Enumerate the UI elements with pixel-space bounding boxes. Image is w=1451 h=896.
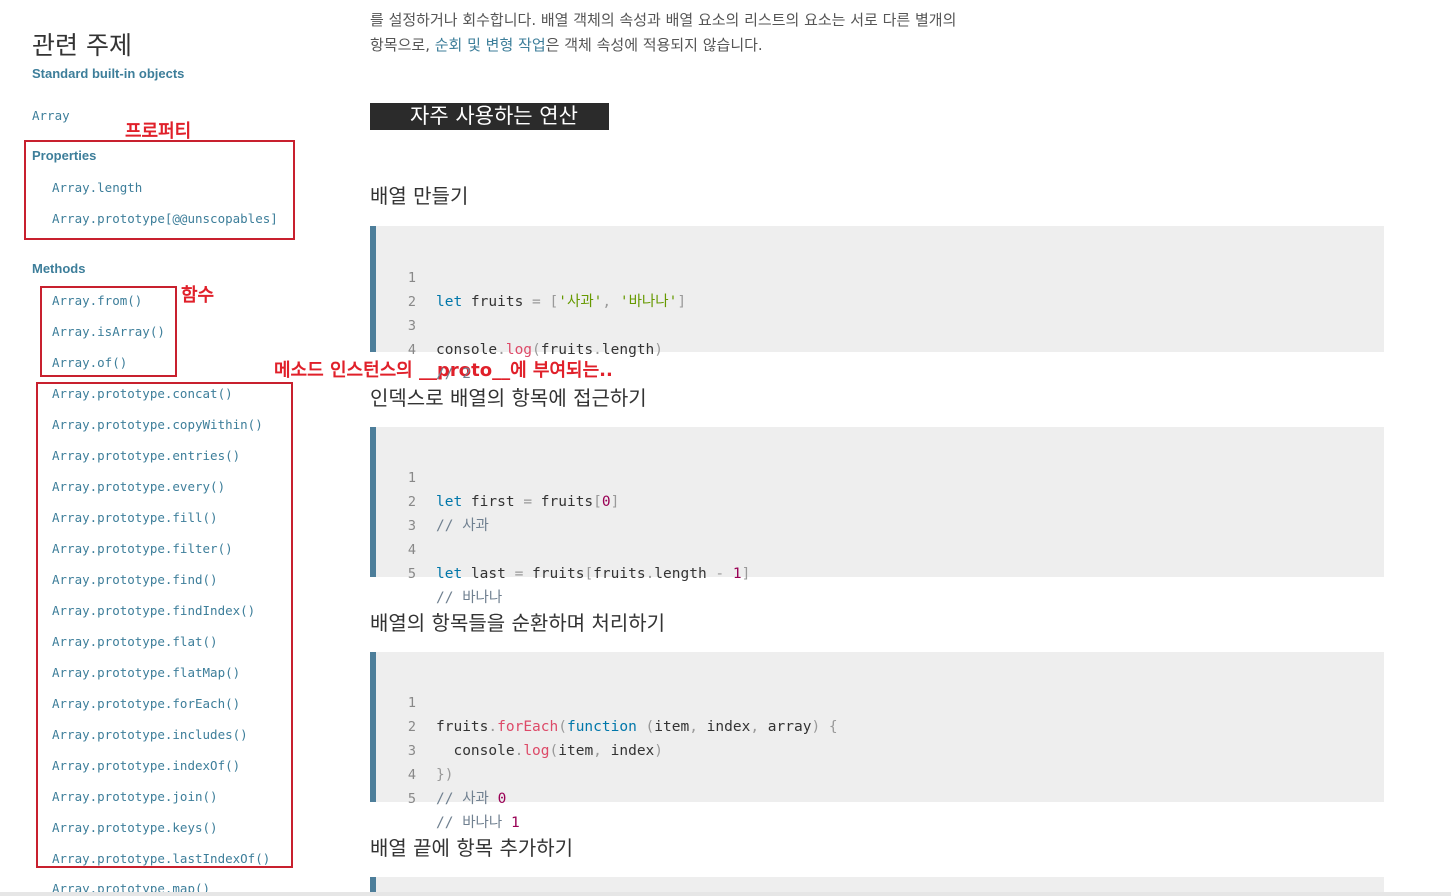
- line-number: 5: [407, 566, 416, 582]
- horizontal-scrollbar[interactable]: [0, 892, 1451, 896]
- code-line: 1 let fruits = ['사과', '바나나']: [376, 242, 686, 310]
- intro-line-1: 를 설정하거나 회수합니다. 배열 객체의 속성과 배열 요소의 리스트의 요소…: [370, 11, 957, 29]
- code-line: 5 // 바나나 1: [376, 763, 520, 831]
- code-line: 1 fruits.forEach(function (item, index, …: [376, 667, 838, 735]
- code-line: 3 console.log(fruits.length): [376, 290, 663, 358]
- line-number: 5: [407, 791, 416, 807]
- code-comment: // 사과: [436, 518, 489, 534]
- code-line: 2 // 사과: [376, 466, 489, 534]
- intro-text: 항목으로,: [370, 36, 435, 54]
- code-line: 1 let first = fruits[0]: [376, 442, 620, 510]
- properties-annotation-box: [24, 140, 295, 240]
- standard-built-in-objects-link[interactable]: Standard built-in objects: [32, 66, 184, 81]
- code-block-create: 1 let fruits = ['사과', '바나나'] 2 3 console…: [370, 226, 1384, 382]
- code-block-loop: 1 fruits.forEach(function (item, index, …: [370, 652, 1384, 831]
- array-link[interactable]: Array: [32, 108, 70, 123]
- properties-annotation: 프로퍼티: [125, 121, 192, 142]
- intro-line-2: 항목으로, 순회 및 변형 작업은 객체 속성에 적용되지 않습니다.: [370, 33, 1070, 58]
- code-text: console.log(fruits.length): [436, 342, 664, 358]
- section-title: 자주 사용하는 연산: [370, 103, 609, 130]
- code-line: 3: [376, 490, 416, 534]
- heading-push-array: 배열 끝에 항목 추가하기: [370, 836, 574, 860]
- code-line: 4 let last = fruits[fruits.length - 1]: [376, 514, 750, 582]
- code-line: 5 // 바나나: [376, 538, 502, 606]
- methods-heading[interactable]: Methods: [32, 261, 85, 276]
- code-line: 2 console.log(item, index): [376, 691, 663, 759]
- code-comment: // 사과 0: [436, 791, 507, 807]
- code-line: 4 // 사과 0: [376, 739, 506, 807]
- code-line: 3 }): [376, 715, 454, 783]
- code-text: console.log(item, index): [436, 743, 664, 759]
- code-text: fruits.forEach(function (item, index, ar…: [436, 719, 838, 735]
- intro-text: 은 객체 속성에 적용되지 않습니다.: [545, 36, 763, 54]
- functions-annotation-box: [40, 286, 177, 377]
- heading-create-array: 배열 만들기: [370, 184, 469, 208]
- traversal-link[interactable]: 순회 및 변형 작업: [435, 36, 546, 54]
- methods-annotation-box: [36, 382, 293, 868]
- code-text: let fruits = ['사과', '바나나']: [436, 294, 687, 310]
- heading-loop-array: 배열의 항목들을 순환하며 처리하기: [370, 611, 666, 635]
- code-text: let first = fruits[0]: [436, 494, 620, 510]
- code-text: }): [436, 767, 454, 783]
- functions-annotation: 함수: [181, 285, 215, 306]
- line-number: 4: [407, 342, 416, 358]
- code-line: 2: [376, 266, 416, 310]
- sidebar-title: 관련 주제: [32, 31, 132, 60]
- heading-access-by-index: 인덱스로 배열의 항목에 접근하기: [370, 386, 647, 410]
- code-block-index: 1 let first = fruits[0] 2 // 사과 3 4 let …: [370, 427, 1384, 606]
- code-text: let last = fruits[fruits.length - 1]: [436, 566, 751, 582]
- code-line: 4 // 2: [376, 314, 471, 382]
